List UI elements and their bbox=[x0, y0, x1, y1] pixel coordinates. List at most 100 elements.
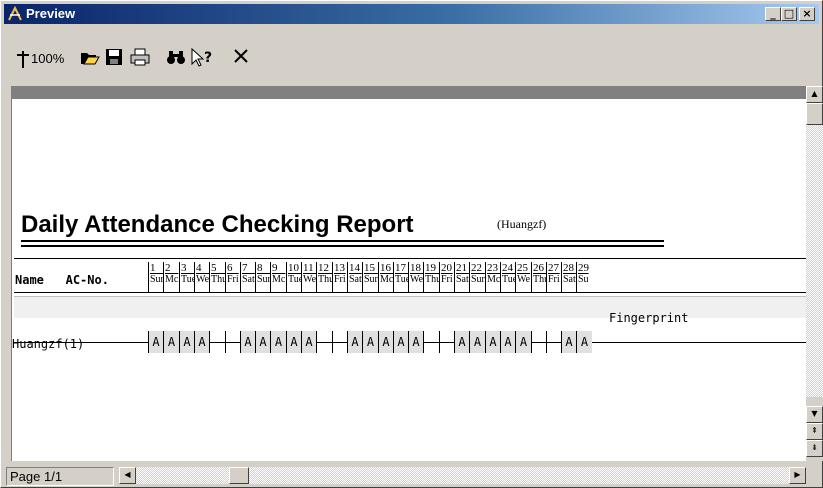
weekday-label: Sur bbox=[364, 274, 378, 285]
header-name: Name bbox=[15, 273, 44, 287]
weekday-label: Sur bbox=[150, 274, 163, 285]
day-header-20: 20 Fri bbox=[439, 262, 454, 292]
weekday-label: Tue bbox=[181, 274, 194, 285]
day-header-3: 3Tue bbox=[179, 262, 194, 292]
attendance-cell-15: A bbox=[362, 331, 378, 353]
save-disk-icon[interactable] bbox=[105, 48, 123, 70]
scroll-right-button[interactable]: ▶ bbox=[789, 467, 806, 484]
horizontal-scroll-track[interactable] bbox=[136, 467, 789, 484]
day-number: 1 bbox=[150, 262, 156, 274]
day-number: 8 bbox=[257, 262, 263, 274]
day-number: 7 bbox=[242, 262, 248, 274]
day-number: 29 bbox=[578, 262, 589, 274]
weekday-label: Fri bbox=[548, 274, 560, 285]
title-bar[interactable]: Preview _ □ × bbox=[4, 4, 819, 24]
find-binoculars-icon[interactable] bbox=[166, 48, 186, 70]
day-header-21: 21 Sat bbox=[454, 262, 469, 292]
scroll-left-button[interactable]: ◀ bbox=[119, 467, 136, 484]
day-header-9: 9 Mc bbox=[270, 262, 286, 292]
close-window-button[interactable]: × bbox=[799, 7, 815, 21]
day-number: 16 bbox=[380, 262, 391, 274]
day-header-16: 16 Mc bbox=[378, 262, 393, 292]
day-number: 17 bbox=[395, 262, 406, 274]
weekday-label: We bbox=[303, 274, 316, 285]
page-up-button[interactable]: ⇞ bbox=[806, 423, 823, 440]
day-number: 28 bbox=[563, 262, 574, 274]
day-header-6: 6 Fri bbox=[225, 262, 240, 292]
vertical-scrollbar[interactable]: ▲ ▼ ⇞ ⇟ bbox=[806, 86, 823, 461]
weekday-label: Fri bbox=[334, 274, 346, 285]
weekday-label: Mc bbox=[380, 274, 393, 285]
day-number: 19 bbox=[425, 262, 436, 274]
toolbar: 100% ? bbox=[4, 28, 819, 80]
open-folder-icon[interactable] bbox=[80, 48, 100, 70]
window-title: Preview bbox=[26, 6, 76, 21]
weekday-label: Sat bbox=[563, 274, 576, 285]
day-header-7: 7 Sat bbox=[240, 262, 255, 292]
weekday-label: Sur bbox=[257, 274, 270, 285]
attendance-cell-14: A bbox=[347, 331, 362, 353]
day-header-14: 14 Sat bbox=[347, 262, 362, 292]
attendance-cell-26 bbox=[531, 331, 546, 353]
weekday-label: Tue bbox=[395, 274, 408, 285]
day-header-8: 8 Sur bbox=[255, 262, 270, 292]
weekday-label: We bbox=[517, 274, 531, 285]
day-header-28: 28 Sat bbox=[561, 262, 576, 292]
zoom-tool-icon[interactable] bbox=[14, 49, 32, 71]
day-number: 18 bbox=[410, 262, 421, 274]
minimize-button[interactable]: _ bbox=[765, 7, 781, 21]
day-header-11: 11 We bbox=[301, 262, 316, 292]
attendance-cell-4: A bbox=[194, 331, 209, 353]
horizontal-scroll-thumb[interactable] bbox=[229, 467, 249, 484]
attendance-cell-17: A bbox=[393, 331, 408, 353]
day-header-4: 4 We bbox=[194, 262, 209, 292]
preview-window: Preview _ □ × 100% ? Daily Attendance Ch… bbox=[0, 0, 823, 488]
page-down-button[interactable]: ⇟ bbox=[806, 440, 823, 457]
day-header-1: 1 Sur bbox=[148, 262, 163, 292]
attendance-cell-28: A bbox=[561, 331, 576, 353]
weekday-label: Tue bbox=[502, 274, 515, 285]
scroll-down-button[interactable]: ▼ bbox=[806, 406, 823, 423]
attendance-cell-23: A bbox=[485, 331, 500, 353]
vertical-scroll-thumb[interactable] bbox=[806, 103, 823, 125]
attendance-cell-18: A bbox=[408, 331, 423, 353]
vertical-scroll-track[interactable] bbox=[806, 103, 823, 397]
weekday-label: Sat bbox=[456, 274, 469, 285]
attendance-cell-25: A bbox=[515, 331, 531, 353]
close-preview-icon[interactable] bbox=[233, 48, 249, 70]
attendance-cell-16: A bbox=[378, 331, 393, 353]
weekday-label: Tue bbox=[288, 274, 301, 285]
scroll-up-button[interactable]: ▲ bbox=[806, 86, 823, 103]
help-pointer-icon[interactable]: ? bbox=[190, 48, 216, 70]
zoom-level[interactable]: 100% bbox=[31, 48, 64, 70]
weekday-label: Sat bbox=[242, 274, 255, 285]
maximize-button[interactable]: □ bbox=[781, 7, 797, 21]
day-header-24: 24Tue bbox=[500, 262, 515, 292]
header-acno: AC-No. bbox=[65, 273, 109, 287]
weekday-label: Fri bbox=[441, 274, 453, 285]
attendance-cell-24: A bbox=[500, 331, 515, 353]
day-number: 24 bbox=[502, 262, 513, 274]
day-header-17: 17Tue bbox=[393, 262, 408, 292]
day-number: 3 bbox=[181, 262, 187, 274]
day-header-2: 2 Mc bbox=[163, 262, 179, 292]
attendance-cell-10: A bbox=[286, 331, 301, 353]
report-title: Daily Attendance Checking Report bbox=[21, 211, 414, 238]
row-employee-name: Huangzf(1) bbox=[12, 337, 85, 351]
day-number: 27 bbox=[548, 262, 559, 274]
weekday-label: Mc bbox=[487, 274, 500, 285]
weekday-label: Mc bbox=[165, 274, 179, 285]
day-number: 20 bbox=[441, 262, 452, 274]
print-icon[interactable] bbox=[130, 48, 150, 70]
day-number: 9 bbox=[272, 262, 278, 274]
weekday-label: Sat bbox=[349, 274, 362, 285]
day-header-12: 12Thu bbox=[316, 262, 332, 292]
weekday-label: Thu bbox=[425, 274, 439, 285]
attendance-cell-6 bbox=[225, 331, 240, 353]
attendance-cell-9: A bbox=[270, 331, 286, 353]
day-header-23: 23 Mc bbox=[485, 262, 500, 292]
attendance-cell-2: A bbox=[163, 331, 179, 353]
attendance-cell-3: A bbox=[179, 331, 194, 353]
weekday-label: Fri bbox=[227, 274, 239, 285]
day-header-27: 27 Fri bbox=[546, 262, 561, 292]
